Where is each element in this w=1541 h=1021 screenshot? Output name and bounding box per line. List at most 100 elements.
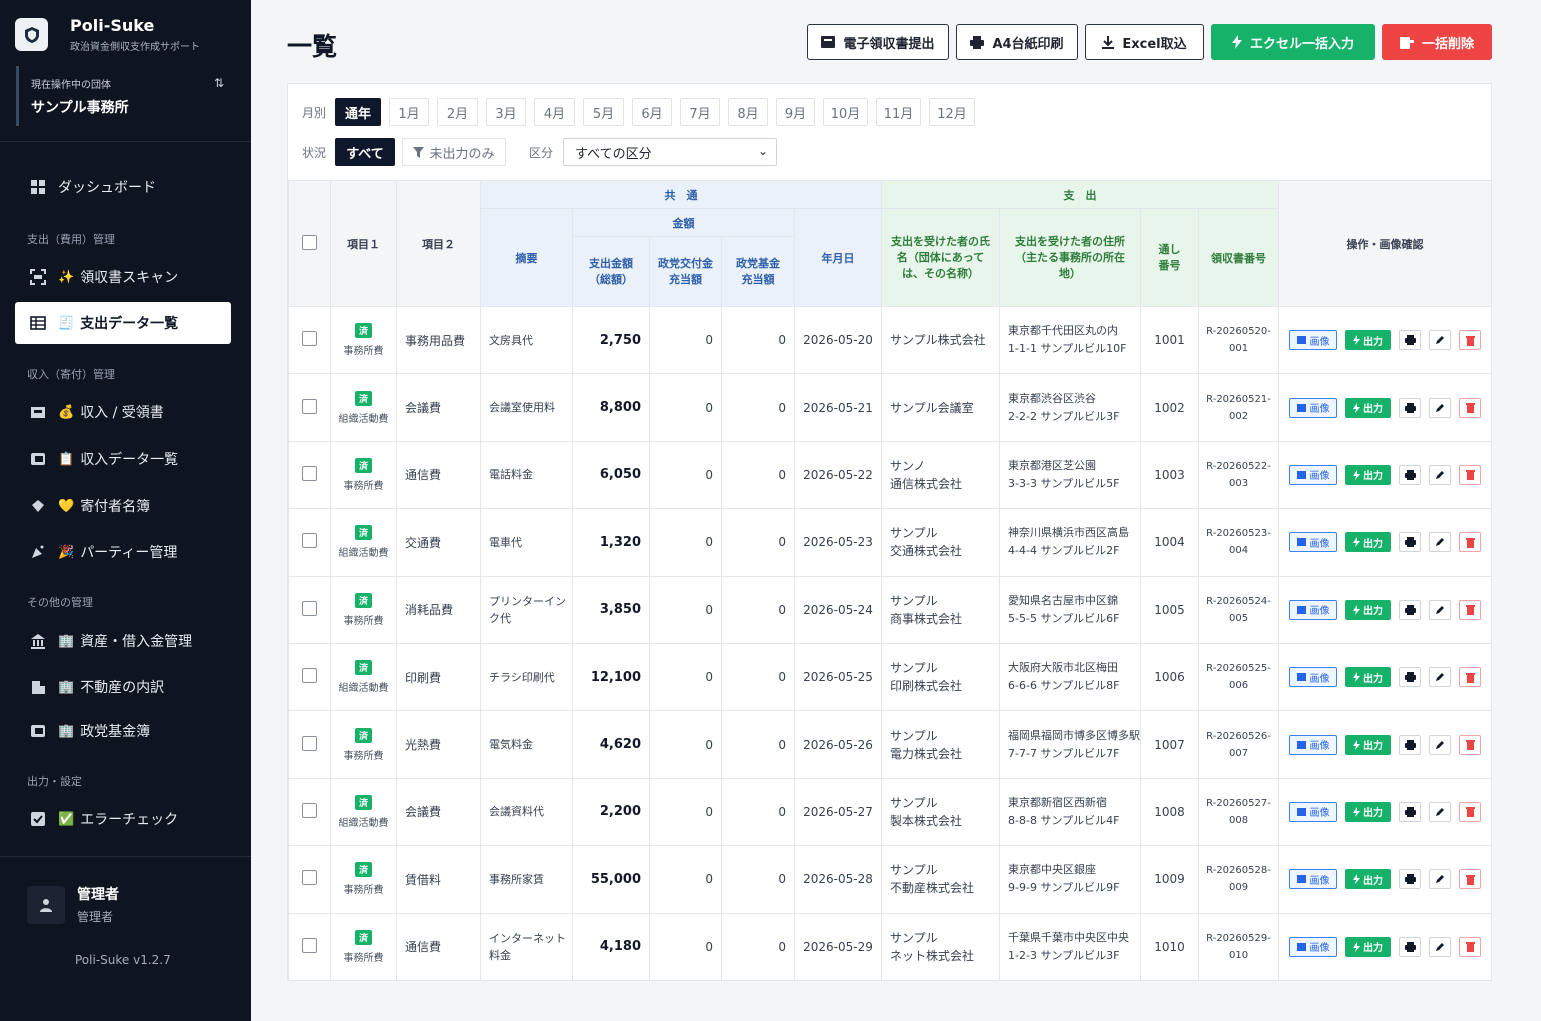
view-image-button[interactable]: 画像 xyxy=(1289,532,1338,553)
excel-bulk-input-button[interactable]: エクセル一括入力 xyxy=(1211,24,1375,60)
print-a4-button[interactable]: A4台紙印刷 xyxy=(956,24,1078,60)
delete-button[interactable] xyxy=(1459,397,1482,418)
output-button[interactable]: 出力 xyxy=(1345,801,1392,822)
print-button[interactable] xyxy=(1399,801,1422,822)
output-button[interactable]: 出力 xyxy=(1345,397,1392,418)
month-chip-8[interactable]: 8月 xyxy=(728,98,768,126)
month-chip-4[interactable]: 4月 xyxy=(534,98,575,126)
row-checkbox[interactable] xyxy=(302,398,317,414)
month-chip-10[interactable]: 10月 xyxy=(823,98,868,126)
row-checkbox[interactable] xyxy=(302,668,317,684)
month-chip-3[interactable]: 3月 xyxy=(486,98,526,126)
edit-button[interactable] xyxy=(1429,330,1452,351)
delete-button[interactable] xyxy=(1459,599,1482,620)
row-checkbox[interactable] xyxy=(302,600,317,616)
row-checkbox[interactable] xyxy=(302,465,317,481)
delete-button[interactable] xyxy=(1459,936,1482,957)
edit-button[interactable] xyxy=(1429,869,1452,890)
sidebar-item-error-check[interactable]: ✅ エラーチェック xyxy=(15,798,231,840)
output-button[interactable]: 出力 xyxy=(1345,464,1392,485)
excel-import-button[interactable]: Excel取込 xyxy=(1085,24,1204,60)
delete-button[interactable] xyxy=(1459,667,1482,688)
sidebar-item-assets[interactable]: 🏢 資産・借入金管理 xyxy=(15,620,231,662)
month-chip-9[interactable]: 9月 xyxy=(776,98,815,126)
output-button[interactable]: 出力 xyxy=(1345,330,1392,351)
print-button[interactable] xyxy=(1399,734,1422,755)
month-chip-7[interactable]: 7月 xyxy=(680,98,720,126)
view-image-button[interactable]: 画像 xyxy=(1289,397,1338,418)
sidebar-item-party[interactable]: 🎉 パーティー管理 xyxy=(15,531,231,573)
sidebar-item-fund-book[interactable]: 🏢 政党基金簿 xyxy=(15,710,231,752)
edit-button[interactable] xyxy=(1429,734,1452,755)
delete-button[interactable] xyxy=(1459,869,1482,890)
view-image-button[interactable]: 画像 xyxy=(1289,464,1338,485)
row-checkbox[interactable] xyxy=(302,533,317,549)
edit-button[interactable] xyxy=(1429,667,1452,688)
month-chip-11[interactable]: 11月 xyxy=(876,98,921,126)
current-org-switcher[interactable]: 現在操作中の団体 サンプル事務所 ⇅ xyxy=(16,66,234,126)
print-button[interactable] xyxy=(1399,464,1422,485)
month-chip-6[interactable]: 6月 xyxy=(632,98,672,126)
delete-button[interactable] xyxy=(1459,801,1482,822)
month-chip-all-year[interactable]: 通年 xyxy=(335,98,381,126)
output-button[interactable]: 出力 xyxy=(1345,869,1392,890)
e-receipt-button[interactable]: 電子領収書提出 xyxy=(807,24,949,60)
row-checkbox[interactable] xyxy=(302,870,317,886)
party-grant-cell: 0 xyxy=(649,912,722,981)
select-all-checkbox[interactable] xyxy=(302,234,317,250)
month-chip-1[interactable]: 1月 xyxy=(389,98,429,126)
sidebar-item-label: 資産・借入金管理 xyxy=(80,634,193,650)
view-image-button[interactable]: 画像 xyxy=(1289,330,1338,351)
category-select[interactable]: すべての区分 ⌄ xyxy=(563,138,777,166)
row-checkbox[interactable] xyxy=(302,937,317,953)
print-button[interactable] xyxy=(1399,397,1422,418)
view-image-button[interactable]: 画像 xyxy=(1289,936,1338,957)
edit-button[interactable] xyxy=(1429,936,1452,957)
sidebar-item-dashboard[interactable]: ダッシュボード xyxy=(15,166,231,208)
pencil-icon xyxy=(1436,403,1445,412)
delete-button[interactable] xyxy=(1459,734,1482,755)
output-button[interactable]: 出力 xyxy=(1345,936,1392,957)
sidebar-item-receipt-scan[interactable]: ✨ 領収書スキャン xyxy=(15,256,231,298)
delete-button[interactable] xyxy=(1459,464,1482,485)
sidebar-item-donor-list[interactable]: 💛 寄付者名簿 xyxy=(15,485,231,527)
row-checkbox[interactable] xyxy=(302,735,317,751)
view-image-button[interactable]: 画像 xyxy=(1289,734,1338,755)
user-profile[interactable]: 管理者 管理者 xyxy=(27,884,119,925)
row-checkbox[interactable] xyxy=(302,802,317,818)
print-button[interactable] xyxy=(1399,869,1422,890)
edit-button[interactable] xyxy=(1429,801,1452,822)
print-button[interactable] xyxy=(1399,667,1422,688)
edit-button[interactable] xyxy=(1429,599,1452,620)
edit-button[interactable] xyxy=(1429,397,1452,418)
month-chip-2[interactable]: 2月 xyxy=(437,98,478,126)
delete-button[interactable] xyxy=(1459,532,1482,553)
view-image-button[interactable]: 画像 xyxy=(1289,599,1338,620)
view-image-button[interactable]: 画像 xyxy=(1289,869,1338,890)
status-all-chip[interactable]: すべて xyxy=(335,138,395,166)
output-button[interactable]: 出力 xyxy=(1345,734,1392,755)
print-button[interactable] xyxy=(1399,599,1422,620)
bulk-delete-button[interactable]: 一括削除 xyxy=(1382,24,1492,60)
sidebar-item-income-list[interactable]: 📋 収入データ一覧 xyxy=(15,438,231,480)
sidebar-item-expense-list[interactable]: 🧾 支出データ一覧 xyxy=(15,302,231,344)
row-checkbox[interactable] xyxy=(302,331,317,347)
print-button[interactable] xyxy=(1399,936,1422,957)
sidebar-item-income-receipt[interactable]: 💰 収入 / 受領書 xyxy=(15,391,231,433)
output-button[interactable]: 出力 xyxy=(1345,532,1392,553)
status-unexported-chip[interactable]: 未出力のみ xyxy=(402,138,506,166)
month-chip-12[interactable]: 12月 xyxy=(929,98,975,126)
output-button[interactable]: 出力 xyxy=(1345,599,1392,620)
switch-arrows-icon[interactable]: ⇅ xyxy=(214,76,224,90)
brand[interactable]: Poli-Suke 政治資金側収支作成サポート xyxy=(15,16,200,53)
sidebar-item-real-estate[interactable]: 🏢 不動産の内訳 xyxy=(15,666,231,708)
edit-button[interactable] xyxy=(1429,532,1452,553)
view-image-button[interactable]: 画像 xyxy=(1289,801,1338,822)
month-chip-5[interactable]: 5月 xyxy=(583,98,624,126)
view-image-button[interactable]: 画像 xyxy=(1289,667,1338,688)
print-button[interactable] xyxy=(1399,330,1422,351)
edit-button[interactable] xyxy=(1429,464,1452,485)
delete-button[interactable] xyxy=(1459,330,1482,351)
print-button[interactable] xyxy=(1399,532,1422,553)
output-button[interactable]: 出力 xyxy=(1345,667,1392,688)
